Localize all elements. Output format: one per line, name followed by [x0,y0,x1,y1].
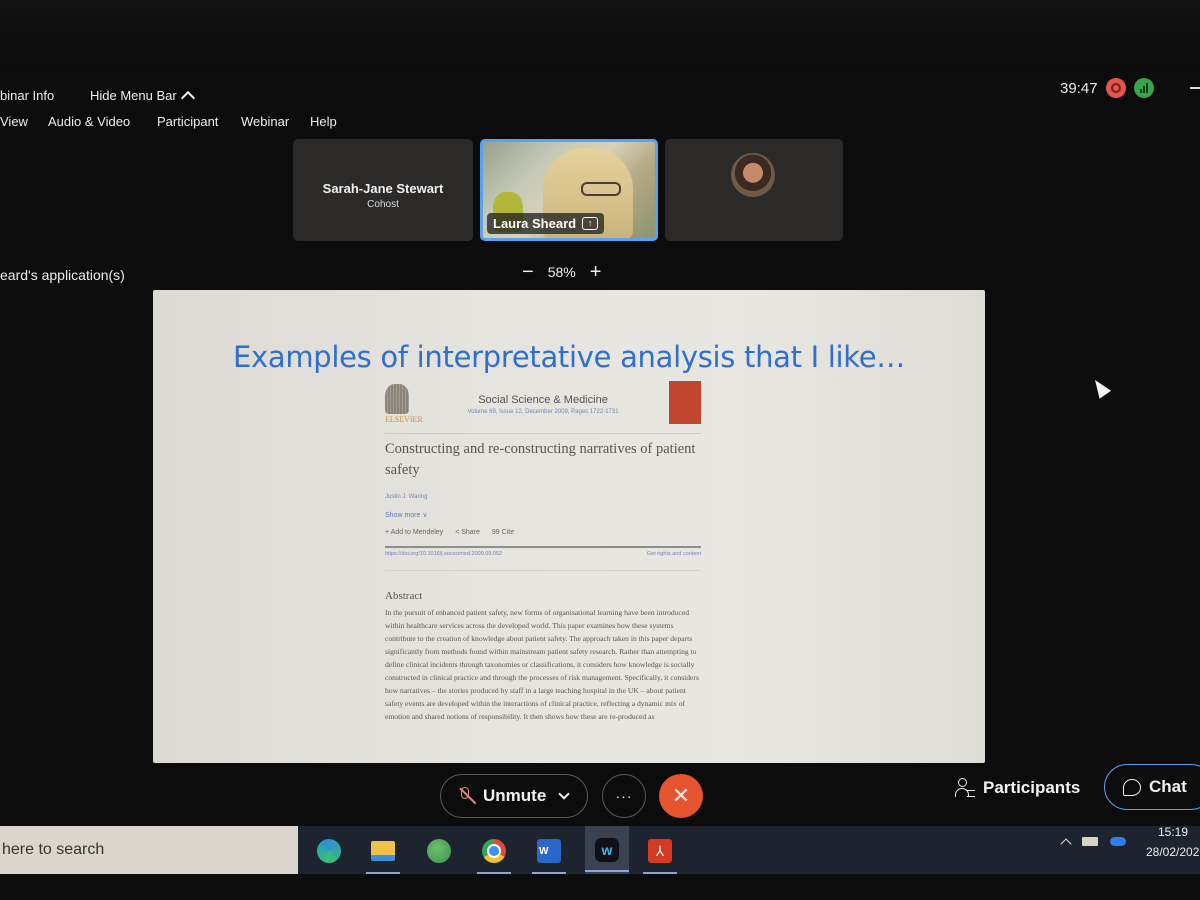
shared-content-label: eard's application(s) [0,267,125,283]
participant-tile[interactable]: Sarah-Jane Stewart Cohost [293,139,473,241]
shared-screen: Examples of interpretative analysis that… [153,290,985,763]
battery-icon[interactable] [1082,836,1098,846]
taskbar-app-chrome[interactable] [477,834,511,874]
zoom-control: − 58% + [522,262,601,282]
add-to-mendeley-link: + Add to Mendeley [385,529,444,536]
onedrive-icon[interactable] [1110,836,1126,846]
clock-date: 28/02/202 [1146,845,1200,859]
video-feed-detail [581,182,621,196]
clock-time: 15:19 [1158,825,1189,839]
edge-icon [317,839,341,863]
taskbar-app-maps[interactable] [422,834,456,868]
taskbar-app-edge[interactable] [312,834,346,868]
chat-label: Chat [1149,777,1187,796]
taskbar-search-input[interactable]: here to search [0,826,298,874]
unmute-label: Unmute [483,786,547,805]
menu-participant[interactable]: Participant [157,114,218,129]
taskbar-app-word[interactable]: W [532,834,566,874]
rights-link: Get rights and content [646,551,701,557]
chevron-down-icon[interactable] [558,788,570,800]
participant-name: Laura Sheard [493,216,577,231]
minimize-icon[interactable] [1189,87,1200,89]
taskbar-app-acrobat[interactable]: ⅄ [643,834,677,874]
journal-name: Social Science & Medicine [478,394,608,406]
taskbar-app-file-explorer[interactable] [366,834,400,874]
show-hidden-icons-chevron-icon[interactable] [1060,838,1072,850]
share-link: < Share [455,529,480,536]
participant-tile[interactable] [665,139,843,241]
unmute-button[interactable]: Unmute [440,774,588,818]
recording-icon[interactable] [1105,78,1126,98]
journal-meta: Volume 69, Issue 12, December 2009, Page… [467,409,619,415]
divider [385,546,701,548]
show-more-link: Show more ∨ [385,512,428,519]
publisher-name: ELSEVIER [385,415,423,424]
webinar-info-button[interactable]: binar Info [0,88,54,103]
participants-icon [955,778,975,798]
leave-meeting-button[interactable]: ✕ [659,774,703,818]
abstract-heading: Abstract [385,590,423,602]
menu-webinar[interactable]: Webinar [241,114,289,129]
taskbar-app-webex[interactable]: w [585,826,629,874]
zoom-level: 58% [547,264,576,280]
globe-icon [427,839,451,863]
hide-menu-bar-button[interactable]: Hide Menu Bar [90,87,195,105]
taskbar: here to search W w ⅄ [0,826,1200,874]
doi-link: https://doi.org/10.1016/j.socscimed.2009… [385,551,503,557]
cite-link: 99 Cite [491,529,515,536]
taskbar-clock[interactable]: 15:19 28/02/202 [1146,822,1199,862]
menu-view[interactable]: View [0,114,28,129]
hide-menu-bar-label: Hide Menu Bar [90,87,177,103]
folder-icon [371,841,395,861]
participants-button[interactable]: Participants [955,778,1080,798]
chrome-icon [482,839,506,863]
chevron-up-icon [180,90,195,105]
participant-name-label: Laura Sheard ↑ [487,213,605,234]
divider [385,570,701,571]
chat-icon [1123,778,1141,796]
monitor-bezel [0,0,1200,68]
screen-share-icon: ↑ [582,217,599,230]
zoom-out-button[interactable]: − [522,262,534,282]
slide-title: Examples of interpretative analysis that… [232,340,906,374]
menu-audio-video[interactable]: Audio & Video [48,114,130,129]
network-signal-icon[interactable] [1133,78,1154,98]
paper-title: Constructing and re-constructing narrati… [385,441,696,478]
word-icon: W [537,839,561,863]
participants-label: Participants [983,778,1081,797]
mic-muted-icon [457,786,477,806]
abstract-text: In the pursuit of enhanced patient safet… [385,608,699,721]
chat-button[interactable]: Chat [1104,764,1200,810]
participant-role: Cohost [367,199,399,210]
journal-cover-image [669,381,701,424]
zoom-in-button[interactable]: + [590,262,602,282]
paper-author: Justin J. Waring [385,494,428,500]
acrobat-icon: ⅄ [648,839,672,863]
meeting-timer: 39:47 [1060,79,1098,97]
paper-actions: + Add to Mendeley < Share 99 Cite [385,529,514,536]
participant-name: Sarah-Jane Stewart [322,181,444,196]
avatar [731,153,775,197]
meeting-status: 39:47 [1060,78,1200,98]
menu-help[interactable]: Help [310,114,337,129]
more-options-button[interactable]: ··· [602,774,646,818]
webex-icon: w [595,838,619,862]
divider [385,433,701,434]
system-tray [1060,834,1126,850]
participant-tile-active-speaker[interactable]: Laura Sheard ↑ [480,139,658,241]
